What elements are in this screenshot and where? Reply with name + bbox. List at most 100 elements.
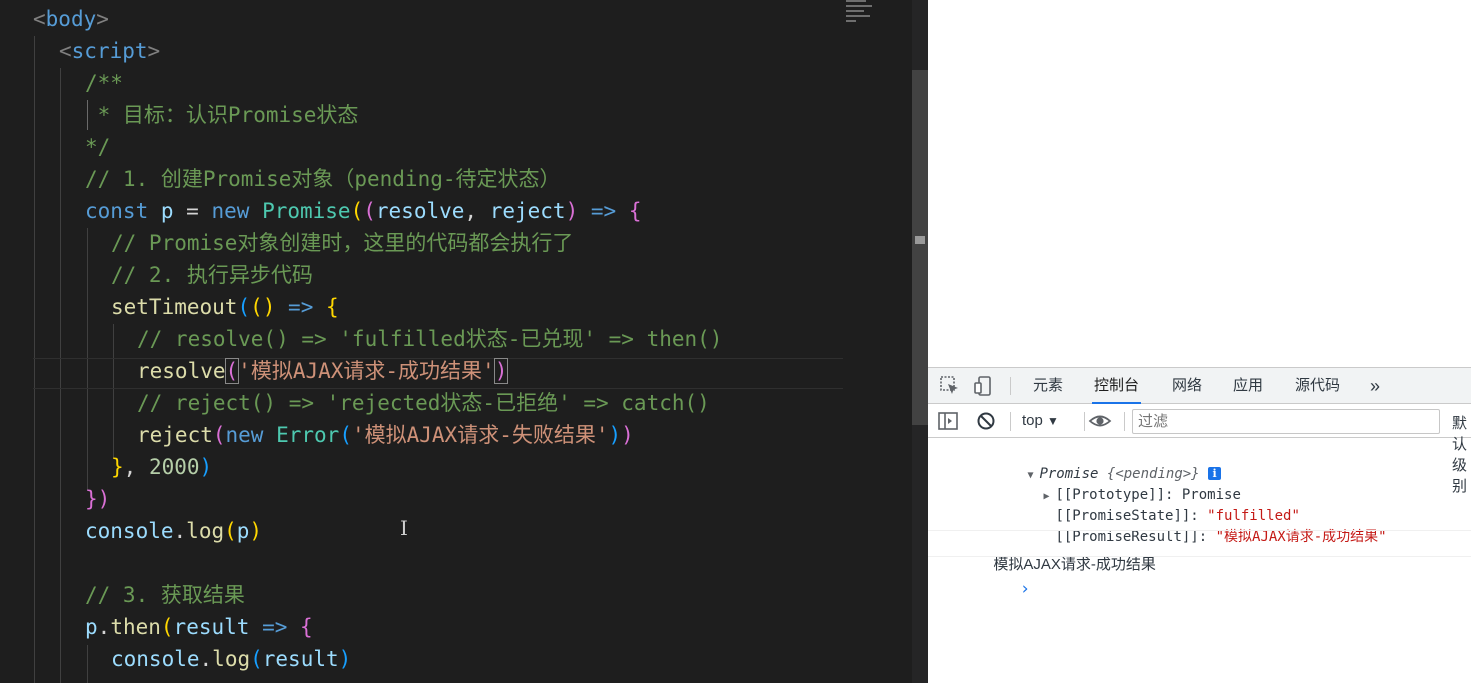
console-prompt[interactable]: › [938,558,1030,599]
code-token: // 1. 创建Promise对象（pending-待定状态） [85,167,561,191]
code-token: . [173,519,187,543]
code-line[interactable]: setTimeout(() => { [111,291,339,323]
console-promise-row[interactable]: ▼ Promise {<pending>} i [960,443,1222,482]
tab-sources[interactable]: 源代码 [1293,368,1342,404]
code-line[interactable]: * 目标：认识Promise状态 [85,99,359,131]
context-select[interactable]: top ▼ [1022,412,1059,429]
code-token: * 目标：认识Promise状态 [85,103,359,127]
code-token: log [212,647,251,671]
code-line[interactable]: p.then(result => { [85,611,313,643]
code-token: { [628,199,642,223]
code-token: // 3. 获取结果 [85,583,245,607]
tab-application[interactable]: 应用 [1231,368,1265,404]
code-token: , [123,455,149,479]
code-token: ) [338,647,352,671]
code-token: . [199,647,213,671]
code-line[interactable]: // 3. 获取结果 [85,579,245,611]
code-token: new [211,199,250,223]
code-token: ( [160,615,174,639]
code-editor[interactable]: <body> <script>/** * 目标：认识Promise状态 */// 1… [0,0,928,683]
code-token: console [111,647,200,671]
code-line[interactable]: */ [85,131,110,163]
code-line[interactable]: const p = new Promise((resolve, reject) … [85,195,641,227]
code-token: // reject() => 'rejected状态-已拒绝' => catch… [137,391,710,415]
code-token: /** [85,71,123,95]
console-filter-input[interactable] [1132,409,1440,434]
code-line[interactable]: resolve('模拟AJAX请求-成功结果') [137,355,509,387]
editor-scrollbar-thumb[interactable] [912,70,928,425]
code-token: > [96,7,109,31]
inspect-element-icon[interactable] [938,374,962,398]
code-token: => [590,199,617,223]
code-token: resolve [375,199,465,223]
code-token: p [236,519,250,543]
code-token: ) [493,358,509,384]
page-viewport[interactable] [928,0,1471,367]
code-token: < [59,39,72,63]
console-log-row: 模拟AJAX请求-成功结果 [960,533,1156,573]
code-line[interactable]: // Promise对象创建时，这里的代码都会执行了 [111,227,573,259]
devtools-panel: 元素 控制台 网络 应用 源代码 » top ▼ 默认级别 [928,367,1471,683]
code-line[interactable]: /** [85,67,123,99]
sidebar-toggle-icon[interactable] [936,409,960,433]
code-line[interactable]: // 1. 创建Promise对象（pending-待定状态） [85,163,561,195]
console-divider [928,530,1471,531]
tabbar-separator [1010,377,1011,395]
code-line[interactable]: <body> [33,3,109,35]
code-token: ( [250,647,263,671]
code-line[interactable]: console.log(p) [85,515,262,547]
code-token: Error [276,423,340,447]
devtools-tab-bar: 元素 控制台 网络 应用 源代码 » [928,368,1471,404]
code-token: log [186,519,225,543]
code-token: , [464,199,490,223]
result-value: "模拟AJAX请求-成功结果" [1215,529,1387,545]
code-token: // 2. 执行异步代码 [111,263,313,287]
console-output[interactable]: ▼ Promise {<pending>} i ▶ [[Prototype]]: P… [928,439,1471,683]
code-line[interactable]: // 2. 执行异步代码 [111,259,313,291]
tab-elements[interactable]: 元素 [1031,368,1065,404]
code-token: ( [237,295,251,319]
code-token: '模拟AJAX请求-成功结果' [238,359,495,383]
code-line[interactable]: <script> [59,35,160,67]
code-token: } [111,455,124,479]
console-state-row: [[PromiseState]]: "fulfilled" [988,485,1299,524]
device-toolbar-icon[interactable] [972,374,996,398]
code-line[interactable]: }) [85,483,110,515]
clear-console-icon[interactable] [974,409,998,433]
tab-console[interactable]: 控制台 [1092,368,1142,404]
code-token: p [160,199,174,223]
toolbar-separator [1124,412,1125,431]
code-token: ) [608,423,622,447]
more-tabs-button[interactable]: » [1368,368,1382,404]
code-line[interactable]: // reject() => 'rejected状态-已拒绝' => catch… [137,387,710,419]
code-token: new [225,423,264,447]
code-token: { [326,295,339,319]
live-expression-eye-icon[interactable] [1088,409,1112,433]
code-token: ) [565,199,579,223]
chevron-down-icon: ▼ [1047,414,1059,428]
minimap[interactable] [846,0,876,40]
code-line[interactable]: reject(new Error('模拟AJAX请求-失败结果')) [137,419,634,451]
console-toolbar: top ▼ 默认级别 [928,405,1471,495]
code-token: // Promise对象创建时，这里的代码都会执行了 [111,231,574,255]
code-token: result [173,615,250,639]
code-line[interactable]: }, 2000) [111,451,212,483]
code-token: 2000 [148,455,200,479]
code-token: p [85,615,98,639]
code-token: = [173,199,212,223]
indent-guide [87,645,88,683]
browser-pane: 元素 控制台 网络 应用 源代码 » top ▼ 默认级别 [928,0,1471,683]
code-line[interactable]: // resolve() => 'fulfilled状态-已兑现' => the… [137,323,722,355]
console-prototype-row[interactable]: ▶ [[Prototype]]: Promise [976,464,1240,503]
tab-network[interactable]: 网络 [1170,368,1204,404]
code-token: body [45,7,97,31]
code-token: ) [249,519,263,543]
code-token: console [85,519,174,543]
code-line[interactable]: console.log(result) [111,643,351,675]
code-token: reject [489,199,566,223]
